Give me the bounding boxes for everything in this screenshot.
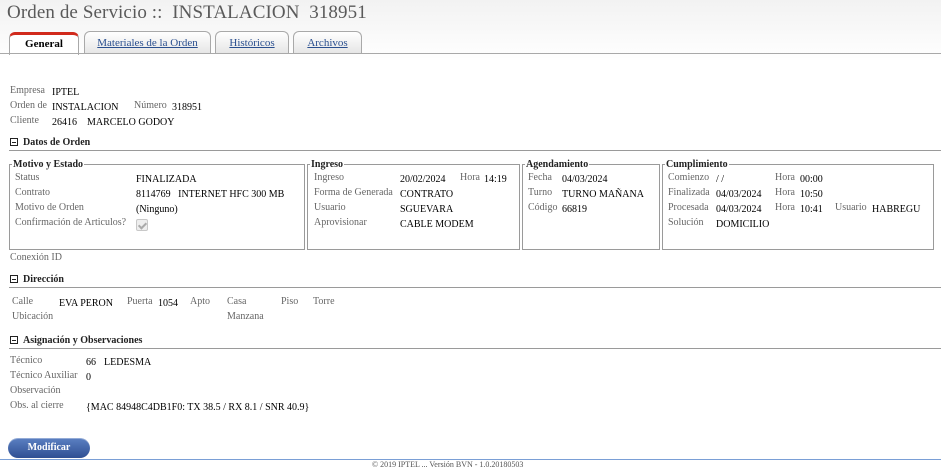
section-direccion-title: Dirección [23,274,64,285]
calle-value: EVA PERON [59,298,113,309]
procesada-hora-value: 10:41 [800,204,823,215]
numero-label: Número [134,100,167,111]
manzana-label: Manzana [227,311,264,322]
collapse-icon[interactable] [10,138,18,146]
cliente-label: Cliente [10,115,39,126]
cliente-id: 26416 [52,117,77,128]
finalizada-hora-label: Hora [775,187,795,198]
aprovisionar-label: Aprovisionar [314,217,367,228]
motivo-estado-title: Motivo y Estado [12,159,84,170]
solucion-label: Solución [668,217,704,228]
turno-value: TURNO MAÑANA [562,189,644,200]
tab-historicos[interactable]: Históricos [215,31,289,53]
ingreso-title: Ingreso [310,159,345,170]
codigo-value: 66819 [562,204,587,215]
forma-value: CONTRATO [400,189,454,200]
orden-label: Orden de [10,100,47,111]
section-rule [9,348,941,349]
obs-cierre-label: Obs. al cierre [10,400,64,411]
section-rule [9,287,941,288]
agendamiento-title: Agendamiento [525,159,590,170]
comienzo-label: Comienzo [668,172,710,183]
numero-value: 318951 [172,102,202,113]
empresa-label: Empresa [10,85,45,96]
motivo-value: (Ninguno) [136,204,178,215]
procesada-label: Procesada [668,202,709,213]
finalizada-value: 04/03/2024 [716,189,762,200]
confirmacion-label: Confirmación de Articulos? [15,217,127,228]
collapse-icon[interactable] [10,336,18,344]
puerta-label: Puerta [127,296,153,307]
empresa-value: IPTEL [52,87,80,98]
torre-label: Torre [313,296,335,307]
tab-archivos[interactable]: Archivos [293,31,362,53]
observacion-label: Observación [10,385,61,396]
cliente-nombre: MARCELO GODOY [87,117,175,128]
casa-label: Casa [227,296,247,307]
status-label: Status [15,172,40,183]
comienzo-value: / / [716,174,725,185]
modificar-button[interactable]: Modificar [8,438,90,458]
tabs-divider [0,53,941,54]
contrato-label: Contrato [15,187,50,198]
fecha-value: 04/03/2024 [562,174,608,185]
usuario-ingreso-value: SGUEVARA [400,204,454,215]
codigo-label: Código [528,202,558,213]
footer-text: © 2019 IPTEL ... Versión BVN - 1.0.20180… [372,460,524,469]
ubicacion-label: Ubicación [12,311,54,322]
collapse-icon[interactable] [10,275,18,283]
confirmacion-checkbox[interactable] [136,219,148,231]
apto-label: Apto [190,296,210,307]
solucion-value: DOMICILIO [716,219,770,230]
obs-cierre-value: {MAC 84948C4DB1F0: TX 38.5 / RX 8.1 / SN… [86,402,310,413]
forma-label: Forma de Generada [314,187,393,198]
usuario-cumplimiento-label: Usuario [835,202,867,213]
section-rule [9,150,941,151]
orden-value: INSTALACION [52,102,119,113]
procesada-hora-label: Hora [775,202,795,213]
section-datos-orden-title: Datos de Orden [23,137,91,148]
comienzo-hora-value: 00:00 [800,174,823,185]
procesada-value: 04/03/2024 [716,204,762,215]
tecnico-auxiliar-value: 0 [86,372,91,383]
status-value: FINALIZADA [136,174,197,185]
comienzo-hora-label: Hora [775,172,795,183]
tecnico-label: Técnico [10,355,43,366]
finalizada-label: Finalizada [668,187,710,198]
finalizada-hora-value: 10:50 [800,189,823,200]
ingreso-value: 20/02/2024 [400,174,446,185]
calle-label: Calle [12,296,34,307]
puerta-value: 1054 [158,298,178,309]
tecnico-id: 66 [86,357,96,368]
fecha-label: Fecha [528,172,552,183]
ingreso-hora-value: 14:19 [484,174,507,185]
motivo-label: Motivo de Orden [15,202,84,213]
piso-label: Piso [281,296,299,307]
section-asignacion-title: Asignación y Observaciones [23,335,143,346]
usuario-cumplimiento-value: HABREGU [872,204,921,215]
turno-label: Turno [528,187,553,198]
contrato-value: 8114769 INTERNET HFC 300 MB [136,189,285,200]
page-title: Orden de Servicio :: INSTALACION 318951 [7,2,367,23]
ingreso-label: Ingreso [314,172,344,183]
tab-materiales[interactable]: Materiales de la Orden [84,31,211,53]
usuario-ingreso-label: Usuario [314,202,346,213]
conexion-id-label: Conexión ID [10,252,62,263]
tecnico-auxiliar-label: Técnico Auxiliar [10,370,78,381]
tab-general[interactable]: General [9,32,79,55]
aprovisionar-value: CABLE MODEM [400,219,474,230]
cumplimiento-title: Cumplimiento [665,159,729,170]
tecnico-nombre: LEDESMA [104,357,152,368]
ingreso-hora-label: Hora [460,172,480,183]
